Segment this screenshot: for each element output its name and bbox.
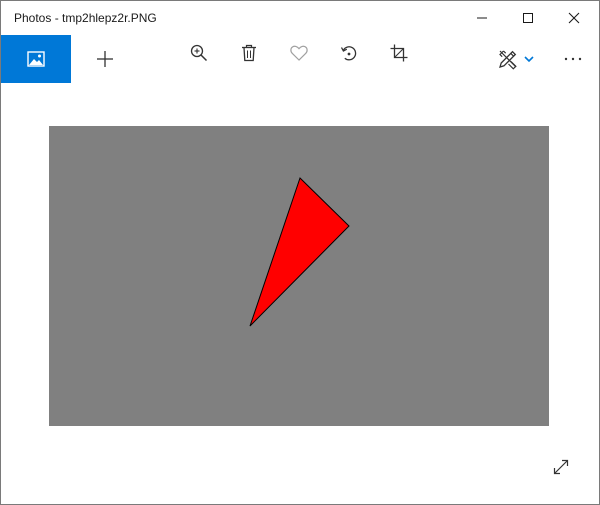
rotate-button[interactable]: [333, 29, 365, 77]
minimize-button[interactable]: [459, 1, 505, 35]
more-button[interactable]: [557, 35, 589, 83]
edit-create-dropdown[interactable]: [521, 35, 537, 83]
image-content: [49, 126, 549, 426]
chevron-down-icon: [524, 56, 534, 63]
maximize-icon: [523, 13, 533, 23]
crop-button[interactable]: [383, 29, 415, 77]
close-icon: [568, 12, 580, 24]
delete-button[interactable]: [233, 29, 265, 77]
edit-create-button[interactable]: [493, 35, 523, 83]
crop-icon: [390, 44, 408, 62]
window-title: Photos - tmp2hlepz2r.PNG: [14, 11, 157, 25]
image-canvas: [1, 83, 599, 504]
displayed-image: [49, 126, 549, 426]
photo-view-icon: [27, 51, 45, 67]
maximize-button[interactable]: [505, 1, 551, 35]
add-button[interactable]: [89, 35, 121, 83]
trash-icon: [242, 44, 256, 62]
zoom-in-icon: [190, 44, 208, 62]
close-button[interactable]: [551, 1, 597, 35]
photos-window: Photos - tmp2hlepz2r.PNG: [0, 0, 600, 505]
favorite-button[interactable]: [283, 29, 315, 77]
toolbar: [1, 35, 599, 83]
plus-icon: [97, 51, 113, 67]
minimize-icon: [477, 17, 487, 19]
heart-icon: [290, 45, 308, 61]
photo-view-button[interactable]: [1, 35, 71, 83]
more-icon: [564, 57, 582, 61]
rotate-icon: [340, 46, 357, 61]
zoom-button[interactable]: [183, 29, 215, 77]
edit-draw-icon: [499, 50, 517, 70]
expand-icon: [553, 459, 569, 475]
fullscreen-button[interactable]: [547, 453, 575, 481]
